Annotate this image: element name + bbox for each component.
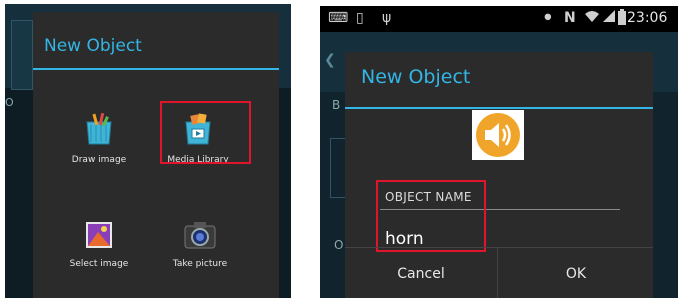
select-image-option[interactable]: Select image (54, 220, 144, 269)
background-text: O (5, 96, 14, 109)
sim-icon: ▯ (356, 10, 364, 26)
new-object-dialog: New Object OBJECT NAME horn Cancel OK (345, 52, 653, 298)
new-object-dialog: New Object Draw image Media Library Sele… (33, 12, 279, 298)
select-image-label: Select image (69, 259, 129, 269)
draw-image-label: Draw image (71, 155, 127, 165)
status-time: 23:06 (627, 10, 668, 26)
background-text-o: O (334, 238, 344, 252)
battery-icon (618, 9, 626, 30)
media-library-highlight (160, 101, 251, 164)
left-screenshot: O New Object Draw image Media Library Se… (5, 4, 291, 298)
background-text-b: B (332, 98, 341, 112)
speaker-icon[interactable] (472, 110, 524, 160)
keyboard-icon: ⌨ (328, 10, 349, 26)
dialog-button-bar: Cancel OK (345, 247, 653, 298)
title-divider (33, 68, 279, 70)
take-picture-label: Take picture (172, 259, 228, 269)
dialog-title: New Object (361, 66, 471, 88)
bluetooth-icon: ⚫ (542, 10, 554, 26)
background-card (11, 20, 33, 90)
ok-button[interactable]: OK (499, 248, 653, 298)
right-screenshot: ⌨ ▯ ψ ⚫ N 23:06 ❮ B O New Object OBJECT … (320, 6, 678, 298)
signal-icon (602, 9, 616, 28)
dialog-title: New Object (44, 36, 142, 56)
status-bar: ⌨ ▯ ψ ⚫ N 23:06 (320, 6, 678, 32)
wifi-icon (584, 9, 600, 28)
usb-icon: ψ (382, 10, 392, 26)
background-card (330, 138, 346, 198)
camera-icon (155, 220, 245, 253)
take-picture-option[interactable]: Take picture (155, 220, 245, 269)
object-name-highlight (376, 180, 486, 252)
draw-image-icon (54, 112, 144, 149)
title-divider (345, 107, 653, 109)
draw-image-option[interactable]: Draw image (54, 112, 144, 165)
back-icon: ❮ (324, 52, 336, 68)
nfc-icon: N (564, 10, 576, 26)
gallery-icon (54, 220, 144, 253)
cancel-button[interactable]: Cancel (345, 248, 498, 298)
